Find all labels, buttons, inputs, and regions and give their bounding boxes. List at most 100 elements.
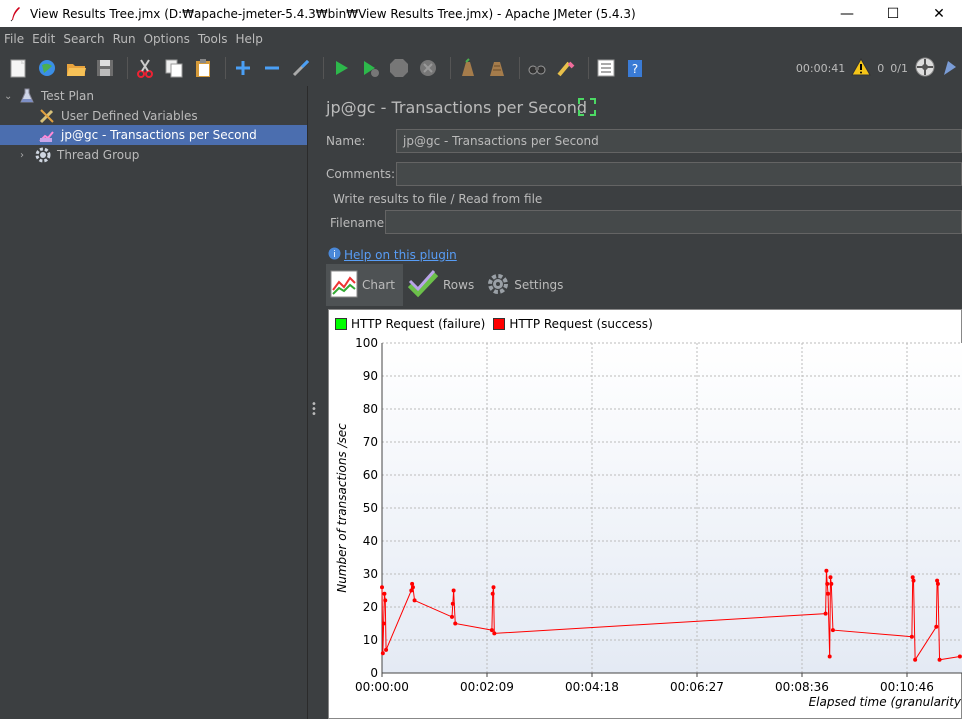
tree-item-transactions-per-second[interactable]: jp@gc - Transactions per Second — [0, 125, 307, 145]
menu-run[interactable]: Run — [113, 32, 136, 46]
tree-item-label: User Defined Variables — [61, 109, 198, 123]
warning-icon[interactable] — [851, 57, 872, 79]
tree-item-thread-group[interactable]: › Thread Group — [20, 145, 304, 165]
name-field[interactable]: jp@gc - Transactions per Second — [396, 129, 962, 153]
expand-icon[interactable] — [231, 56, 255, 80]
y-tick-label: 20 — [363, 600, 378, 614]
data-point-success — [935, 581, 940, 586]
tab-chart[interactable]: Chart — [326, 264, 403, 306]
jmeter-feather-icon — [8, 6, 24, 22]
data-point-success — [412, 598, 417, 603]
help-icon[interactable]: ? — [623, 56, 647, 80]
tree-item-label: Thread Group — [57, 148, 140, 162]
window-title: View Results Tree.jmx (D:₩apache-jmeter-… — [30, 6, 636, 21]
remote-icon[interactable] — [914, 56, 936, 81]
fullscreen-icon[interactable] — [578, 98, 596, 119]
function-helper-icon[interactable] — [594, 56, 618, 80]
tab-label: Chart — [362, 278, 395, 292]
templates-icon[interactable] — [35, 56, 59, 80]
y-tick-label: 80 — [363, 402, 378, 416]
y-tick-label: 30 — [363, 567, 378, 581]
data-point-success — [380, 651, 385, 656]
copy-icon[interactable] — [162, 56, 186, 80]
menu-help[interactable]: Help — [235, 32, 262, 46]
tps-chart: HTTP Request (failure) HTTP Request (suc… — [328, 309, 962, 719]
menu-tools[interactable]: Tools — [198, 32, 228, 46]
chevron-right-icon[interactable]: › — [20, 150, 34, 161]
warning-count: 0 — [877, 62, 885, 75]
start-icon[interactable] — [329, 56, 353, 80]
reset-search-icon[interactable] — [554, 56, 578, 80]
filename-field[interactable] — [385, 210, 962, 234]
help-link-row: i Help on this plugin — [328, 247, 457, 263]
chart-icon — [330, 270, 362, 301]
start-no-pauses-icon[interactable] — [358, 56, 382, 80]
y-tick-label: 90 — [363, 369, 378, 383]
menu-search[interactable]: Search — [63, 32, 104, 46]
chevron-down-icon[interactable]: ⌄ — [4, 91, 18, 102]
maximize-button[interactable]: ☐ — [870, 0, 916, 27]
data-point-success — [911, 578, 916, 583]
x-tick-label: 00:10:46 — [880, 680, 934, 694]
toolbar-separator — [323, 57, 324, 79]
menu-edit[interactable]: Edit — [32, 32, 55, 46]
x-tick-label: 00:00:00 — [355, 680, 409, 694]
data-point-success — [830, 628, 835, 633]
open-icon[interactable] — [64, 56, 88, 80]
x-tick-label: 00:06:27 — [670, 680, 724, 694]
shutdown-icon[interactable] — [416, 56, 440, 80]
data-point-success — [450, 614, 454, 619]
page-title: jp@gc - Transactions per Second — [326, 98, 587, 117]
toolbar-separator — [588, 57, 589, 79]
tree-item-label: Test Plan — [41, 89, 94, 103]
tab-settings[interactable]: Settings — [482, 264, 571, 306]
toolbar-separator — [225, 57, 226, 79]
save-icon[interactable] — [93, 56, 117, 80]
checkmark-icon — [407, 268, 443, 303]
paste-icon[interactable] — [191, 56, 215, 80]
data-point-success — [410, 585, 415, 590]
toggle-icon[interactable] — [289, 56, 313, 80]
tree-item-user-defined-variables[interactable]: User Defined Variables — [38, 106, 304, 126]
name-label: Name: — [326, 134, 366, 148]
clear-all-icon[interactable] — [485, 56, 509, 80]
cut-icon[interactable] — [133, 56, 157, 80]
y-tick-label: 70 — [363, 435, 378, 449]
stop-icon[interactable] — [387, 56, 411, 80]
tab-rows[interactable]: Rows — [403, 264, 482, 306]
gear-icon — [34, 146, 52, 164]
data-point-success — [453, 621, 458, 626]
data-point-success — [826, 591, 831, 596]
title-bar: View Results Tree.jmx (D:₩apache-jmeter-… — [0, 0, 962, 27]
new-icon[interactable] — [6, 56, 30, 80]
menu-file[interactable]: File — [4, 32, 24, 46]
close-button[interactable]: ✕ — [916, 0, 962, 27]
splitter[interactable]: • • • — [307, 86, 317, 719]
data-point-success — [450, 601, 455, 606]
data-point-success — [957, 654, 962, 659]
data-point-success — [384, 647, 389, 652]
search-icon[interactable] — [525, 56, 549, 80]
tab-label: Rows — [442, 278, 475, 292]
x-tick-label: 00:08:36 — [775, 680, 829, 694]
help-on-plugin-link[interactable]: Help on this plugin — [344, 248, 457, 262]
file-section-title: Write results to file / Read from file — [333, 192, 543, 206]
toolbar-separator — [127, 57, 128, 79]
toolbar-separator — [519, 57, 520, 79]
minimize-button[interactable]: — — [824, 0, 870, 27]
comments-field[interactable] — [396, 162, 962, 186]
tree-item-test-plan[interactable]: ⌄ Test Plan — [4, 86, 304, 106]
collapse-icon[interactable] — [260, 56, 284, 80]
clear-icon[interactable] — [456, 56, 480, 80]
toolbar-separator — [450, 57, 451, 79]
remote-status-icon[interactable] — [942, 57, 958, 80]
menu-options[interactable]: Options — [144, 32, 190, 46]
data-point-success — [829, 581, 834, 586]
test-plan-tree: ⌄ Test Plan User Defined Variables jp@gc… — [0, 86, 307, 719]
wrench-icon — [38, 107, 56, 125]
gear-icon — [486, 272, 514, 299]
data-point-success — [827, 654, 832, 659]
data-point-success — [383, 598, 388, 603]
data-point-success — [937, 657, 942, 662]
chart-plot: 0 10 20 30 40 50 60 70 80 90 100 00:00:00 00:02:09 00… — [335, 336, 962, 709]
